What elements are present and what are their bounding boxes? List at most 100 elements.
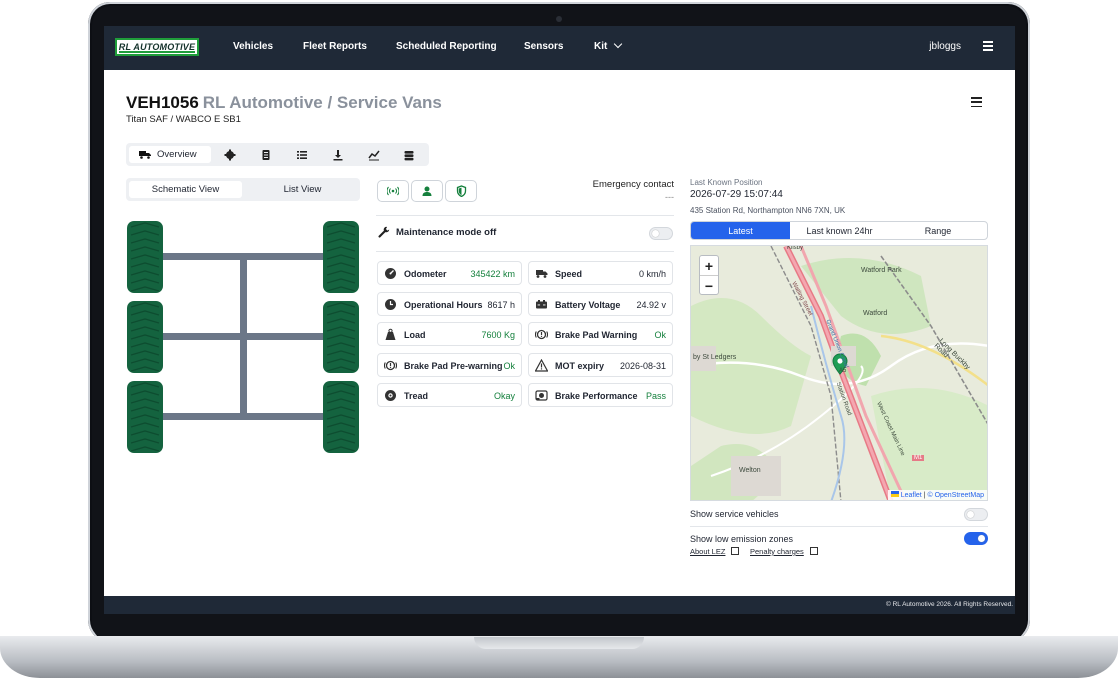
map-label: Welton — [739, 467, 761, 474]
nav-scheduled-reporting[interactable]: Scheduled Reporting — [396, 41, 497, 52]
tyre-front-left[interactable] — [127, 221, 163, 293]
external-link-icon — [809, 547, 818, 555]
chassis-spine — [240, 256, 247, 414]
signal-button[interactable] — [377, 180, 409, 202]
wrench-icon — [378, 226, 390, 238]
metric-value: 24.92 v — [636, 299, 666, 310]
page-menu-icon[interactable] — [971, 97, 982, 110]
brake-prewarning-icon — [384, 360, 397, 370]
app-screen: RL AUTOMOTIVE Vehicles Fleet Reports Sch… — [104, 26, 1015, 614]
metric-card-operational-hours: Operational Hours 8617 h — [377, 291, 522, 316]
tread-icon — [385, 390, 396, 401]
signal-icon — [387, 186, 399, 196]
axle-3 — [160, 413, 326, 420]
list-icon[interactable] — [296, 149, 308, 161]
zoom-in-button[interactable]: + — [700, 256, 718, 276]
map-label: Watford Park — [861, 267, 902, 274]
list-view-button[interactable]: List View — [246, 181, 359, 198]
tab-last-known-24hr[interactable]: Last known 24hr — [790, 222, 889, 239]
last-known-position-address: 435 Station Rd, Northampton NN6 7XN, UK — [690, 206, 846, 215]
brand-logo[interactable]: RL AUTOMOTIVE — [115, 38, 199, 56]
metric-label: Odometer — [404, 269, 447, 279]
emergency-contact-value: --- — [665, 192, 674, 202]
user-menu[interactable]: jbloggs — [929, 41, 961, 52]
maintenance-toggle[interactable] — [649, 227, 673, 240]
metric-value: 7600 Kg — [481, 330, 515, 340]
map-zoom-control: + − — [699, 255, 719, 295]
leaflet-link[interactable]: Leaflet — [901, 492, 922, 499]
tyre-front-right[interactable] — [323, 221, 359, 293]
camera-dot — [556, 16, 562, 22]
penalty-charges-link[interactable]: Penalty charges — [750, 546, 818, 556]
vehicle-id: VEH1056 — [126, 93, 199, 112]
brand-logo-text: RL AUTOMOTIVE — [118, 42, 196, 52]
zoom-out-button[interactable]: − — [700, 276, 718, 295]
tyre-stack-icon[interactable] — [403, 149, 415, 161]
openstreetmap-link[interactable]: © OpenStreetMap — [927, 492, 984, 499]
gauge-icon — [385, 268, 396, 279]
tyre-middle-right[interactable] — [323, 301, 359, 373]
about-lez-link[interactable]: About LEZ — [690, 546, 740, 556]
tread-pattern-icon — [323, 381, 359, 453]
page-title: VEH1056 RL Automotive / Service Vans — [126, 93, 442, 113]
maintenance-row: Maintenance mode off — [376, 215, 674, 252]
nav-sensors[interactable]: Sensors — [524, 41, 563, 52]
metric-card-tread: Tread Okay — [377, 383, 522, 407]
schematic-view-button[interactable]: Schematic View — [129, 181, 242, 198]
tyre-middle-left[interactable] — [127, 301, 163, 373]
maintenance-label: Maintenance mode off — [396, 227, 497, 238]
tread-pattern-icon — [127, 381, 163, 453]
about-lez-label: About LEZ — [690, 547, 726, 556]
metric-card-speed: Speed 0 km/h — [528, 261, 673, 285]
metric-label: Brake Performance — [555, 391, 638, 401]
tyre-rear-right[interactable] — [323, 381, 359, 453]
nav-fleet-reports[interactable]: Fleet Reports — [303, 41, 367, 52]
nav-kit[interactable]: Kit — [594, 39, 623, 52]
menu-icon[interactable] — [983, 41, 993, 53]
map-label: Kilsby — [787, 245, 804, 251]
metric-label: Battery Voltage — [555, 299, 621, 310]
metric-label: Speed — [555, 269, 583, 279]
warning-triangle-icon — [535, 358, 548, 372]
metric-value: 8617 h — [487, 299, 515, 310]
footer: © RL Automotive 2026. All Rights Reserve… — [104, 596, 1015, 614]
metric-label: Tread — [404, 391, 429, 401]
map-label: M1 — [912, 455, 925, 461]
tab-overview-label: Overview — [157, 149, 197, 160]
tread-pattern-icon — [127, 221, 163, 293]
document-icon[interactable] — [260, 149, 272, 161]
metric-value: Ok — [503, 360, 515, 371]
tread-pattern-icon — [323, 301, 359, 373]
tab-latest[interactable]: Latest — [691, 222, 790, 239]
metric-card-battery-voltage: Battery Voltage 24.92 v — [528, 291, 673, 316]
brake-warning-icon — [535, 329, 548, 340]
tab-range[interactable]: Range — [889, 222, 987, 239]
laptop-notch — [474, 637, 644, 649]
service-vehicles-label: Show service vehicles — [690, 509, 779, 519]
tab-overview[interactable]: Overview — [129, 146, 211, 163]
tread-pattern-icon — [127, 301, 163, 373]
chart-icon[interactable] — [368, 149, 380, 161]
metric-label: Brake Pad Pre-warning — [404, 360, 503, 371]
gear-icon[interactable] — [224, 149, 236, 161]
footer-text: © RL Automotive 2026. All Rights Reserve… — [885, 601, 1013, 608]
download-icon[interactable] — [332, 149, 344, 161]
position-map[interactable]: by St Ledgers Watford Watford Park Welto… — [690, 245, 988, 501]
brake-performance-icon — [535, 390, 548, 401]
tyre-rear-left[interactable] — [127, 381, 163, 453]
lez-toggle[interactable] — [964, 532, 988, 545]
metric-value: 0 km/h — [638, 269, 666, 279]
driver-button[interactable] — [411, 180, 443, 202]
nav-vehicles[interactable]: Vehicles — [233, 41, 273, 52]
service-vehicles-toggle[interactable] — [964, 508, 988, 521]
metric-value: Okay — [493, 391, 515, 401]
shield-icon — [456, 185, 466, 197]
clock-icon — [385, 298, 396, 310]
shield-button[interactable] — [445, 180, 477, 202]
ukraine-flag-icon — [890, 491, 899, 497]
metric-card-odometer: Odometer 345422 km — [377, 261, 522, 285]
metric-card-brake-pad-warning: Brake Pad Warning Ok — [528, 322, 673, 346]
map-label: by St Ledgers — [693, 354, 737, 361]
truck-speed-icon — [536, 270, 548, 278]
vehicle-group: RL Automotive / Service Vans — [202, 93, 442, 112]
